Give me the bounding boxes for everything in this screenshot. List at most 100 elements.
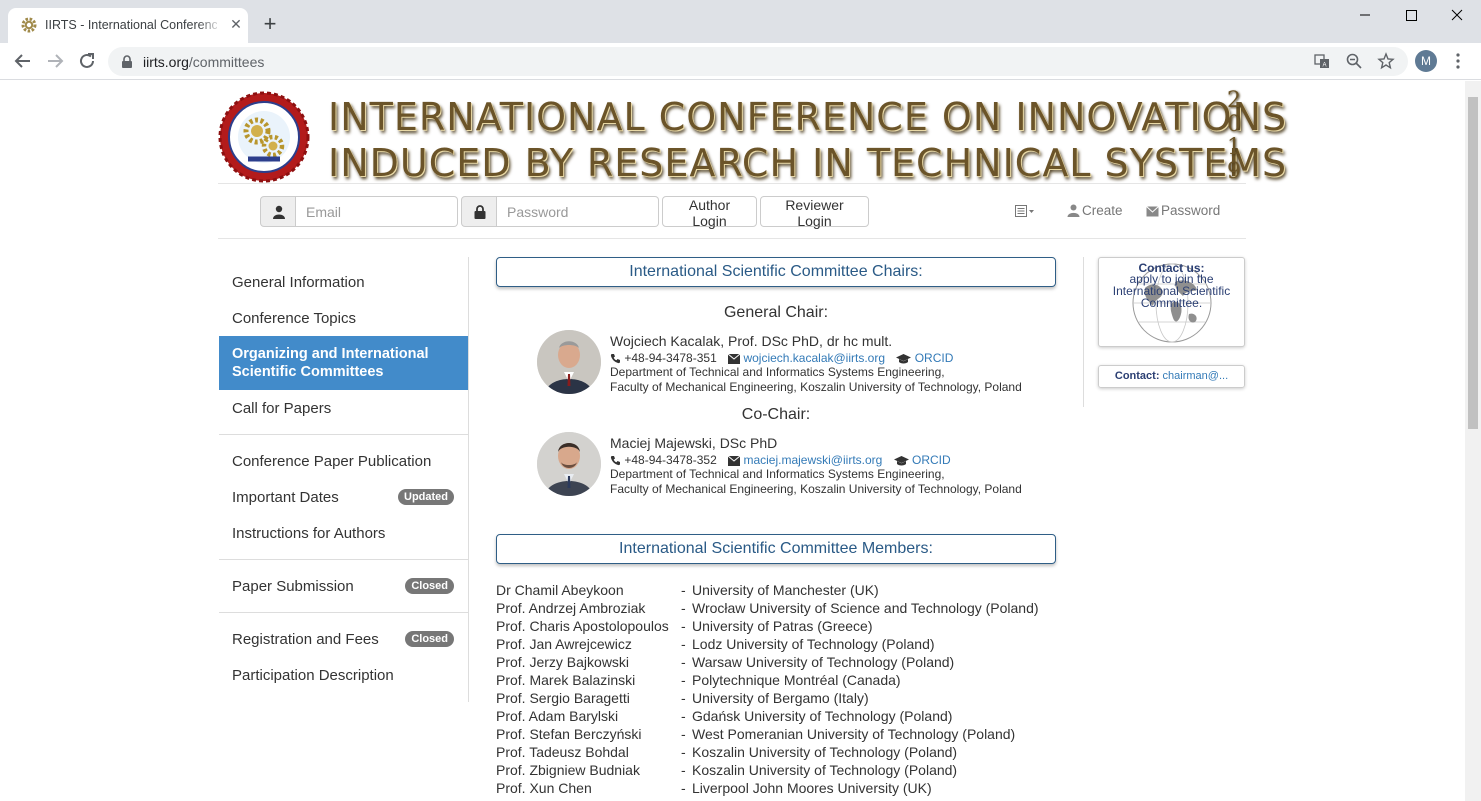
- email-input[interactable]: [296, 196, 458, 227]
- url-path: /committees: [188, 54, 265, 70]
- sidebar-item-instructions[interactable]: Instructions for Authors: [219, 515, 468, 551]
- list-dropdown-icon: [1015, 205, 1034, 217]
- member-affiliation: Polytechnique Montréal (Canada): [692, 672, 901, 688]
- password-input[interactable]: [497, 196, 659, 227]
- members-section-title: International Scientific Committee Membe…: [496, 534, 1056, 564]
- gear-favicon-icon: [21, 17, 37, 33]
- member-separator: -: [681, 582, 686, 598]
- member-name: Prof. Xun Chen: [496, 780, 592, 796]
- reviewer-login-button[interactable]: Reviewer Login: [760, 196, 869, 229]
- member-name: Prof. Sergio Baragetti: [496, 690, 630, 706]
- maximize-icon[interactable]: [1388, 0, 1434, 30]
- sidebar-item-label: Conference Topics: [232, 310, 356, 327]
- chair-name: Wojciech Kacalak, Prof. DSc PhD, dr hc m…: [610, 333, 893, 349]
- back-icon[interactable]: [10, 48, 36, 74]
- chair-details: Wojciech Kacalak, Prof. DSc PhD, dr hc m…: [610, 334, 1022, 394]
- sidebar-item-label: General Information: [232, 274, 365, 291]
- sidebar-item-committees[interactable]: Organizing and International Scientific …: [219, 336, 468, 390]
- chair-contact-line: +48-94-3478-352 maciej.majewski@iirts.or…: [610, 453, 1022, 468]
- chair-orcid-link[interactable]: ORCID: [912, 453, 951, 467]
- member-name: Prof. Zbigniew Budniak: [496, 762, 640, 778]
- close-tab-icon[interactable]: ✕: [228, 16, 244, 32]
- contact-mail-link[interactable]: chairman@...: [1163, 370, 1229, 382]
- chair-department: Department of Technical and Informatics …: [610, 467, 945, 481]
- password-reset-link[interactable]: Password: [1146, 203, 1220, 218]
- sidebar-nav: General Information Conference Topics Or…: [219, 257, 469, 702]
- sidebar-item-paper-publication[interactable]: Conference Paper Publication: [219, 443, 468, 479]
- contact-email-box[interactable]: Contact: chairman@...: [1098, 365, 1245, 388]
- tab-title: IIRTS - International Conference on Inno…: [45, 18, 217, 32]
- contact-box[interactable]: Contact us: apply to join the Internatio…: [1098, 257, 1245, 347]
- member-row: Prof. Marek Balazinski - Polytechnique Mon…: [496, 672, 1056, 690]
- envelope-icon: [727, 353, 741, 364]
- member-affiliation: Lodz University of Technology (Poland): [692, 636, 935, 652]
- chair-email-link[interactable]: maciej.majewski@iirts.org: [743, 453, 882, 467]
- conference-logo[interactable]: [218, 91, 310, 183]
- password-link-label: Password: [1161, 203, 1221, 218]
- profile-avatar[interactable]: M: [1415, 50, 1437, 72]
- sidebar-item-call-for-papers[interactable]: Call for Papers: [219, 390, 468, 426]
- member-row: Prof. Xun Chen - Liverpool John Moores Uni…: [496, 780, 1056, 798]
- page-scrollbar[interactable]: [1465, 81, 1481, 801]
- member-name: Prof. Jan Awrejcewicz: [496, 636, 632, 652]
- sidebar-item-label: Paper Submission: [232, 578, 354, 595]
- divider: [218, 183, 1246, 184]
- browser-tab[interactable]: IIRTS - International Conference on Inno…: [8, 8, 248, 43]
- year-digit: 9: [1227, 158, 1241, 184]
- scrollbar-thumb[interactable]: [1468, 97, 1478, 429]
- chair-orcid-link[interactable]: ORCID: [915, 351, 954, 365]
- browser-menu-icon[interactable]: [1449, 51, 1467, 71]
- member-name: Prof. Stefan Berczyński: [496, 726, 642, 742]
- translate-icon[interactable]: A: [1313, 52, 1331, 70]
- phone-icon: [610, 455, 620, 465]
- reload-icon[interactable]: [74, 48, 100, 74]
- chair-phone: +48-94-3478-351: [624, 350, 717, 365]
- login-bar: Author Login Reviewer Login Create Passw…: [260, 196, 1220, 229]
- url-text: iirts.org/committees: [143, 54, 264, 70]
- sidebar-item-paper-submission[interactable]: Paper Submission Closed: [219, 568, 468, 604]
- address-bar[interactable]: iirts.org/committees A: [108, 47, 1408, 76]
- svg-text:A: A: [1322, 63, 1326, 69]
- chair-email-link[interactable]: wojciech.kacalak@iirts.org: [743, 351, 885, 365]
- menu-dropdown[interactable]: [1015, 203, 1037, 218]
- sidebar-item-label: Registration and Fees: [232, 631, 379, 648]
- minimize-icon[interactable]: [1342, 0, 1388, 30]
- sidebar-item-label: Organizing and International Scientific …: [232, 346, 429, 380]
- sidebar-item-participation[interactable]: Participation Description: [219, 657, 468, 693]
- general-chair-label: General Chair:: [723, 304, 829, 321]
- portrait-image: [537, 330, 601, 394]
- forward-icon[interactable]: [42, 48, 68, 74]
- bookmark-star-icon[interactable]: [1377, 52, 1395, 70]
- member-separator: -: [681, 636, 686, 652]
- member-row: Prof. Stefan Berczyński - West Pomeranian …: [496, 726, 1056, 744]
- zoom-icon[interactable]: [1345, 52, 1363, 70]
- sidebar-item-conference-topics[interactable]: Conference Topics: [219, 300, 468, 336]
- member-name: Dr Chamil Abeykoon: [496, 582, 624, 598]
- sidebar-item-important-dates[interactable]: Important Dates Updated: [219, 479, 468, 515]
- lock-icon: [474, 205, 486, 219]
- member-affiliation: Wrocław University of Science and Techno…: [692, 600, 1039, 616]
- member-affiliation: University of Bergamo (Italy): [692, 690, 869, 706]
- graduation-cap-icon: [893, 455, 909, 465]
- close-window-icon[interactable]: [1434, 0, 1480, 30]
- sidebar-divider: [219, 612, 468, 613]
- member-separator: -: [681, 600, 686, 616]
- member-name: Prof. Andrzej Ambroziak: [496, 600, 646, 616]
- member-name: Prof. Charis Apostolopoulos: [496, 618, 669, 634]
- phone-icon: [610, 353, 620, 363]
- lock-addon: [461, 196, 497, 227]
- year-digit: 2: [1227, 88, 1241, 113]
- member-name: Prof. Marek Balazinski: [496, 672, 636, 688]
- sidebar-item-registration[interactable]: Registration and Fees Closed: [219, 621, 468, 657]
- new-tab-icon[interactable]: +: [259, 13, 281, 35]
- chairs-section-title: International Scientific Committee Chair…: [496, 257, 1056, 287]
- member-affiliation: University of Manchester (UK): [692, 582, 879, 598]
- member-affiliation: West Pomeranian University of Technology…: [692, 726, 1016, 742]
- author-login-button[interactable]: Author Login: [662, 196, 757, 229]
- member-row: Dr Chamil Abeykoon - University of Manches…: [496, 582, 1056, 600]
- sidebar-item-general-information[interactable]: General Information: [219, 264, 468, 300]
- user-addon: [260, 196, 296, 227]
- sidebar-item-label: Instructions for Authors: [232, 525, 386, 542]
- create-account-link[interactable]: Create: [1067, 203, 1123, 218]
- member-affiliation: University of Patras (Greece): [692, 618, 873, 634]
